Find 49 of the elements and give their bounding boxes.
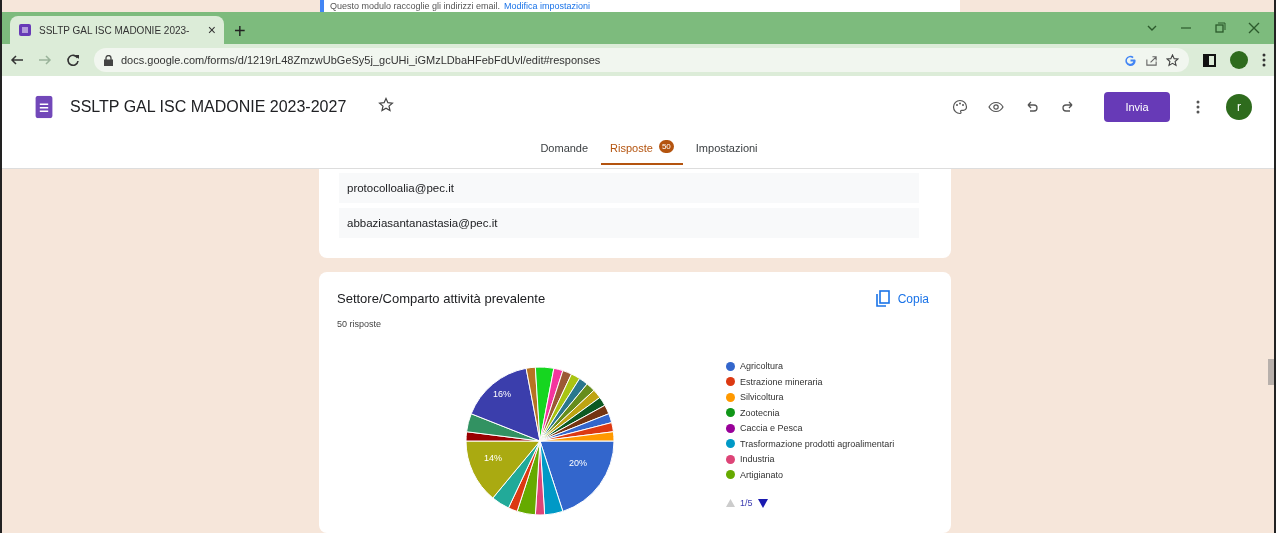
- legend-label: Silvicoltura: [740, 392, 784, 402]
- legend-label: Artigianato: [740, 469, 784, 480]
- form-title: SSLTP GAL ISC MADONIE 2023-2027: [70, 98, 347, 116]
- question-title: Settore/Comparto attività prevalente: [337, 291, 546, 306]
- legend-label: Trasformazione prodotti agroalimentari: [740, 438, 895, 449]
- page-indicator: 1/5: [740, 498, 753, 508]
- nav-tab[interactable]: Risposte 50: [601, 138, 683, 165]
- lock-icon: [104, 54, 113, 66]
- legend-label: Industria: [740, 454, 775, 464]
- tab-close-button[interactable]: ×: [207, 22, 216, 38]
- reload-icon[interactable]: [66, 53, 80, 67]
- bookmark-star-icon[interactable]: [1166, 53, 1179, 67]
- legend-label: Caccia e Pesca: [740, 423, 803, 433]
- account-avatar[interactable]: r: [1226, 94, 1252, 120]
- copy-button[interactable]: Copia: [875, 290, 929, 307]
- forms-icon: [18, 23, 32, 37]
- response-count-badge: 50: [658, 140, 674, 153]
- email-response: protocolloalia@pec.it: [339, 173, 919, 203]
- nav-tab[interactable]: Impostazioni: [686, 138, 767, 165]
- scrollbar-thumb[interactable]: [1268, 359, 1274, 385]
- tab-title: SSLTP GAL ISC MADONIE 2023-: [39, 24, 191, 36]
- star-icon[interactable]: [378, 97, 395, 113]
- share-icon[interactable]: [1145, 53, 1158, 67]
- menu-icon[interactable]: [1262, 53, 1266, 67]
- close-icon[interactable]: [1248, 22, 1260, 34]
- email-response: abbaziasantanastasia@pec.it: [339, 208, 919, 238]
- response-count: 50 risposte: [337, 319, 383, 329]
- browser-tab[interactable]: SSLTP GAL ISC MADONIE 2023- ×: [10, 16, 224, 44]
- legend-label: Zootecnia: [740, 407, 780, 418]
- slice-label: 14%: [484, 453, 502, 463]
- back-icon[interactable]: [10, 53, 24, 67]
- slice-label: 16%: [493, 389, 511, 399]
- legend-label: Agricoltura: [740, 361, 784, 371]
- notice-text: Questo modulo raccoglie gli indirizzi email.: [330, 1, 501, 11]
- profile-avatar[interactable]: [1230, 51, 1248, 69]
- nav-tab[interactable]: Domande: [531, 138, 598, 165]
- new-tab-button[interactable]: +: [234, 21, 246, 41]
- settings-link[interactable]: Modifica impostazioni: [504, 1, 591, 11]
- send-button[interactable]: Invia: [1104, 92, 1170, 122]
- google-icon[interactable]: [1124, 53, 1137, 67]
- next-page-icon[interactable]: [757, 498, 768, 508]
- copy-icon: [875, 290, 890, 307]
- restore-icon[interactable]: [1214, 22, 1226, 34]
- legend-label: Estrazione mineraria: [740, 376, 823, 387]
- slice-label: 20%: [569, 458, 587, 468]
- side-panel-icon[interactable]: [1203, 53, 1216, 67]
- palette-icon[interactable]: [952, 99, 968, 115]
- address-bar[interactable]: docs.google.com/forms/d/1219rL48ZmzwUbGeSy5j_gcUHi_iGMzLDbaHFebFdUvl/edit#responses: [94, 48, 1189, 72]
- preview-eye-icon[interactable]: [988, 99, 1004, 115]
